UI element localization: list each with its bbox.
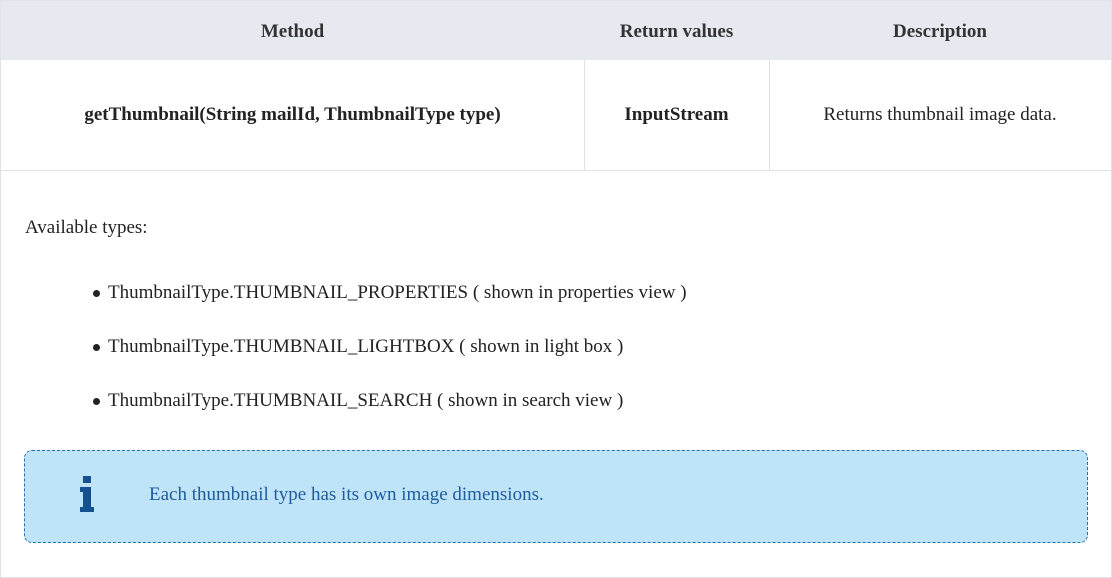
type-label: ThumbnailType.THUMBNAIL_PROPERTIES ( sho… — [108, 282, 687, 303]
api-method-table: Method Return values Description getThum… — [0, 0, 1112, 578]
info-callout: Each thumbnail type has its own image di… — [24, 450, 1088, 543]
notes-cell: Available types: ThumbnailType.THUMBNAIL… — [1, 171, 1111, 577]
types-list: ThumbnailType.THUMBNAIL_PROPERTIES ( sho… — [1, 280, 687, 442]
bullet-icon — [93, 398, 100, 405]
header-method: Method — [260, 21, 325, 42]
table-header-row: Method Return values Description — [1, 1, 1111, 60]
bullet-icon — [93, 344, 100, 351]
header-description: Description — [893, 21, 987, 42]
bullet-icon — [93, 290, 100, 297]
info-icon — [80, 476, 94, 512]
return-value: InputStream — [624, 104, 729, 125]
method-description: Returns thumbnail image data. — [823, 104, 1057, 125]
list-item: ThumbnailType.THUMBNAIL_LIGHTBOX ( shown… — [1, 334, 687, 388]
header-return-values: Return values — [619, 21, 734, 42]
list-item: ThumbnailType.THUMBNAIL_SEARCH ( shown i… — [1, 388, 687, 442]
method-signature: getThumbnail(String mailId, ThumbnailTyp… — [84, 104, 501, 125]
info-text: Each thumbnail type has its own image di… — [149, 484, 544, 505]
type-label: ThumbnailType.THUMBNAIL_LIGHTBOX ( shown… — [108, 336, 624, 357]
column-divider — [769, 60, 770, 170]
available-types-label: Available types: — [25, 217, 148, 238]
list-item: ThumbnailType.THUMBNAIL_PROPERTIES ( sho… — [1, 280, 687, 334]
column-divider — [584, 60, 585, 170]
table-row: getThumbnail(String mailId, ThumbnailTyp… — [1, 60, 1111, 171]
type-label: ThumbnailType.THUMBNAIL_SEARCH ( shown i… — [108, 390, 624, 411]
